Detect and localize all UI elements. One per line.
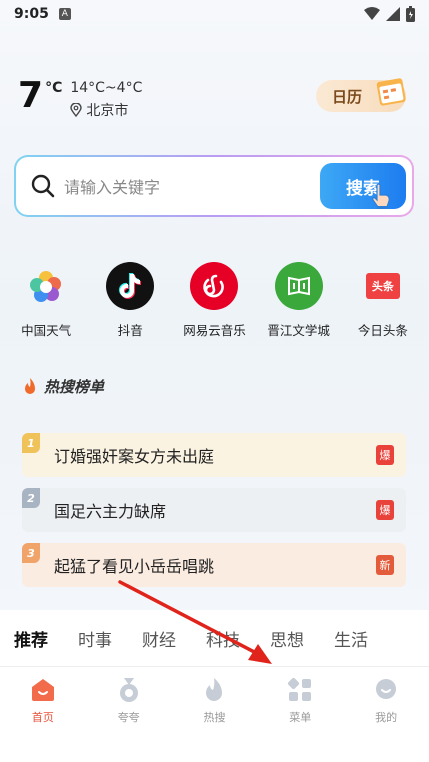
bottom-nav: 首页 夸夸 热搜 菜单 我的 [0, 666, 429, 762]
hot-item-text: 起猛了看见小岳岳唱跳 [54, 557, 215, 576]
location-pin-icon [70, 103, 83, 117]
nav-profile[interactable]: 我的 [351, 677, 421, 762]
nav-label: 我的 [375, 711, 398, 724]
grid-icon [288, 677, 312, 701]
app-shortcuts: 中国天气 抖音 网易云音乐 晋江文学城 头条 今日头条 [0, 262, 429, 339]
app-china-weather[interactable]: 中国天气 [6, 262, 86, 339]
nav-praise[interactable]: 夸夸 [94, 677, 164, 762]
hot-list-title: 热搜榜单 [22, 376, 104, 397]
tab-tech[interactable]: 科技 [206, 626, 240, 651]
app-label: 今日头条 [357, 323, 408, 338]
hot-badge: 爆 [376, 500, 394, 520]
hot-badge: 爆 [376, 445, 394, 465]
jjwxc-icon [274, 262, 323, 310]
home-icon [31, 679, 54, 701]
wifi-icon [364, 7, 380, 20]
nav-hot[interactable]: 热搜 [179, 677, 249, 762]
toutiao-icon-text: 头条 [365, 273, 400, 299]
rank-badge: 2 [22, 488, 40, 508]
rank-badge: 3 [22, 543, 40, 563]
tab-finance[interactable]: 财经 [142, 626, 176, 651]
nav-menu[interactable]: 菜单 [265, 677, 335, 762]
nav-label: 热搜 [203, 711, 226, 724]
search-input[interactable]: 请输入关键字 [64, 174, 160, 198]
status-bar: 9:05 A [0, 0, 429, 28]
app-douyin[interactable]: 抖音 [90, 262, 170, 339]
china-weather-icon [22, 262, 70, 310]
temperature-unit: °C [45, 80, 63, 96]
status-right [364, 6, 415, 22]
hot-badge: 新 [376, 555, 394, 575]
weather-details: 14°C~4°C 北京市 [70, 80, 142, 120]
hot-title-text: 热搜榜单 [44, 378, 105, 396]
profile-icon [376, 679, 397, 699]
city: 北京市 [70, 100, 142, 120]
rank-badge: 1 [22, 433, 40, 453]
medal-icon [119, 678, 138, 702]
search-icon [31, 174, 55, 198]
app-label: 网易云音乐 [183, 323, 246, 338]
battery-icon [406, 6, 415, 22]
app-label: 晋江文学城 [267, 323, 330, 338]
tab-thought[interactable]: 思想 [270, 626, 304, 651]
nav-label: 菜单 [289, 711, 312, 724]
hot-item[interactable]: 1 订婚强奸案女方未出庭 爆 [22, 433, 406, 477]
toutiao-icon: 头条 [359, 262, 407, 310]
app-jjwxc[interactable]: 晋江文学城 [259, 262, 339, 339]
notification-a-icon: A [58, 8, 71, 20]
app-toutiao[interactable]: 头条 今日头条 [343, 262, 423, 339]
temperature-range: 14°C~4°C [70, 80, 143, 96]
category-tabs: 推荐 时事 财经 科技 思想 生活 [0, 610, 429, 666]
flame-nav-icon [206, 678, 223, 701]
nav-label: 夸夸 [117, 711, 140, 724]
hot-item-text: 国足六主力缺席 [54, 502, 167, 521]
city-name: 北京市 [86, 103, 129, 119]
search-bar[interactable]: 请输入关键字 搜索 [14, 155, 414, 217]
tab-recommend[interactable]: 推荐 [14, 626, 48, 651]
hot-item-text: 订婚强奸案女方未出庭 [54, 447, 215, 466]
netease-music-icon [190, 262, 239, 310]
calendar-label: 日历 [332, 87, 363, 106]
calendar-button[interactable]: 日历 [316, 78, 406, 112]
calendar-icon [376, 78, 406, 106]
status-time: 9:05 [14, 6, 49, 22]
app-netease-music[interactable]: 网易云音乐 [174, 262, 254, 339]
nav-home[interactable]: 首页 [8, 677, 78, 762]
nav-label: 首页 [31, 711, 54, 724]
tap-hand-icon [372, 183, 390, 209]
app-label: 抖音 [117, 323, 143, 338]
signal-icon [386, 7, 400, 21]
search-button[interactable]: 搜索 [320, 163, 406, 209]
tab-current-affairs[interactable]: 时事 [78, 626, 112, 651]
douyin-icon [106, 262, 155, 310]
hot-item[interactable]: 2 国足六主力缺席 爆 [22, 488, 406, 532]
weather-widget[interactable]: 7 °C 14°C~4°C 北京市 [18, 78, 142, 120]
flame-icon [25, 377, 35, 394]
app-label: 中国天气 [21, 323, 72, 338]
hot-item[interactable]: 3 起猛了看见小岳岳唱跳 新 [22, 543, 406, 587]
tab-life[interactable]: 生活 [334, 626, 368, 651]
temperature: 7 [18, 75, 44, 116]
hot-list: 1 订婚强奸案女方未出庭 爆 2 国足六主力缺席 爆 3 起猛了看见小岳岳唱跳 … [22, 433, 406, 598]
